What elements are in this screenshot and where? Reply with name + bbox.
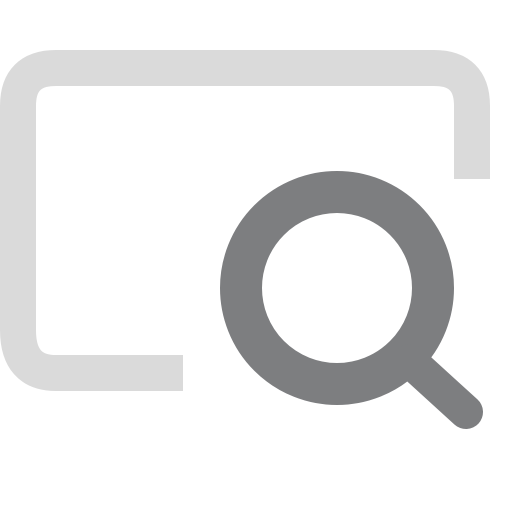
magnifier-icon (220, 171, 483, 429)
window-search-icon (0, 50, 490, 429)
icon-canvas (0, 0, 512, 512)
magnifier-handle (393, 344, 483, 429)
